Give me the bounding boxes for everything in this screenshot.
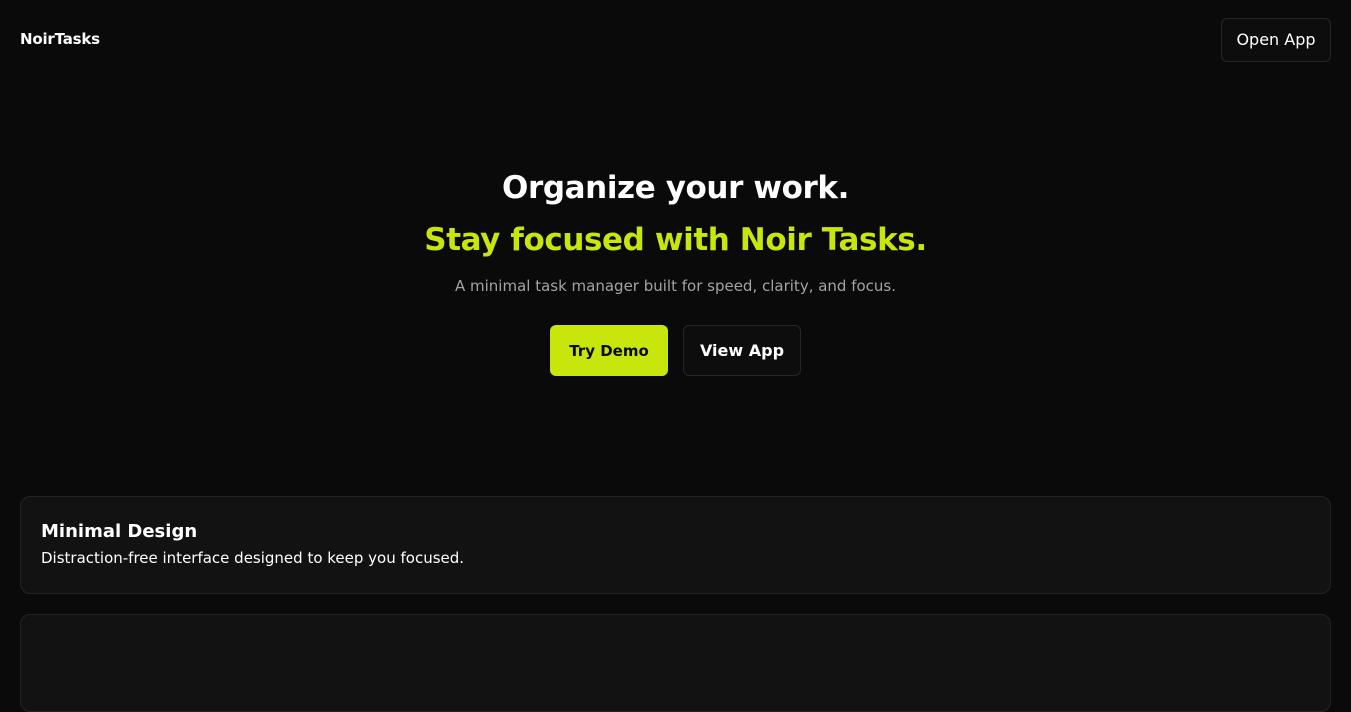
feature-card-minimal-design: Minimal Design Distraction-free interfac… <box>20 496 1331 594</box>
brand-logo[interactable]: NoirTasks <box>20 29 100 49</box>
hero-subtitle: Stay focused with Noir Tasks. <box>424 222 927 258</box>
hero-section: Organize your work. Stay focused with No… <box>0 160 1351 376</box>
view-app-button[interactable]: View App <box>683 325 801 376</box>
open-app-button[interactable]: Open App <box>1221 18 1331 62</box>
feature-description: Distraction-free interface designed to k… <box>41 549 465 567</box>
hero-title: Organize your work. <box>502 170 849 206</box>
navbar: NoirTasks Open App <box>0 0 1351 80</box>
try-demo-button[interactable]: Try Demo <box>550 325 668 376</box>
hero-actions: Try Demo View App <box>0 325 1351 376</box>
feature-title: Minimal Design <box>41 521 198 542</box>
feature-card <box>20 614 1331 712</box>
hero-description: A minimal task manager built for speed, … <box>454 277 897 295</box>
